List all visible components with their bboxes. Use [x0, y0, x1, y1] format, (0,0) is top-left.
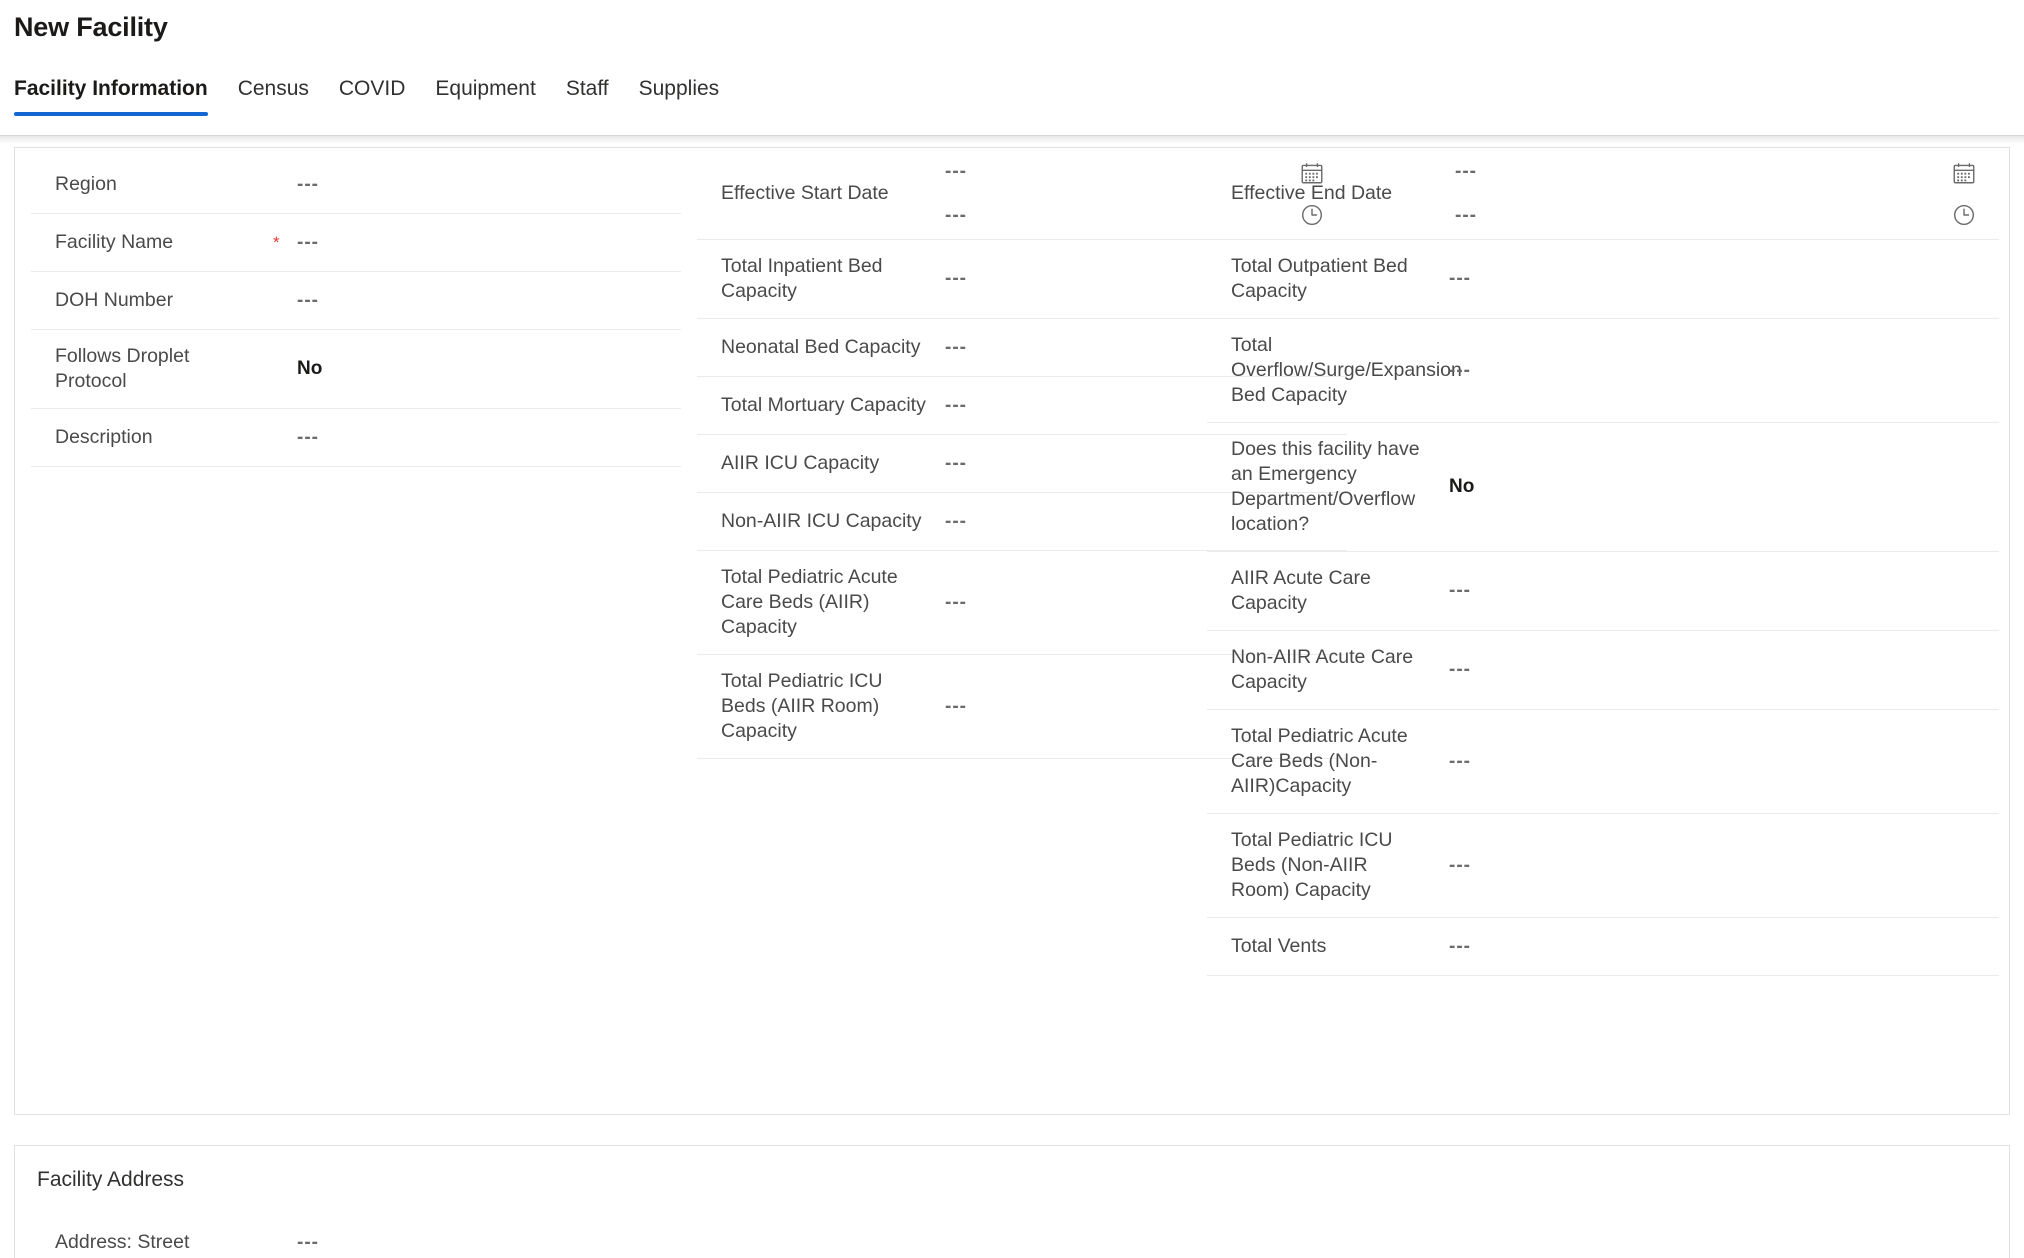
tab-census[interactable]: Census [238, 76, 331, 116]
field-value: --- [1449, 659, 1471, 680]
field-value: --- [945, 510, 967, 532]
tab-facility-information[interactable]: Facility Information [14, 76, 230, 116]
column-address: Address: Street --- [31, 1214, 681, 1258]
field-label: Description [55, 426, 153, 448]
field-label: Does this facility have an Emergency Dep… [1231, 438, 1420, 535]
field-non-aiir-acute-care-capacity[interactable]: Non-AIIR Acute Care Capacity --- [1207, 631, 1999, 710]
tab-label: Facility Information [14, 77, 208, 100]
time-value: --- [1455, 204, 1477, 226]
field-label: AIIR Acute Care Capacity [1231, 567, 1371, 614]
page-title: New Facility [14, 12, 168, 42]
facility-address-card: Facility Address Address: Street --- [14, 1145, 2010, 1258]
field-total-vents[interactable]: Total Vents --- [1207, 918, 1999, 976]
tab-label: Census [237, 77, 309, 100]
field-label: Facility Name [55, 231, 174, 253]
field-label: Effective End Date [1231, 182, 1393, 204]
facility-address-heading: Facility Address [37, 1168, 185, 1191]
tab-covid[interactable]: COVID [339, 76, 428, 116]
field-value: --- [297, 173, 319, 195]
clock-icon[interactable] [1951, 202, 1977, 228]
tab-supplies[interactable]: Supplies [639, 76, 742, 116]
field-value: --- [297, 231, 319, 253]
field-label: AIIR ICU Capacity [721, 452, 880, 474]
field-aiir-acute-care-capacity[interactable]: AIIR Acute Care Capacity --- [1207, 552, 1999, 631]
field-label: Total Overflow/Surge/Expansion Bed Capac… [1231, 334, 1462, 406]
tab-label: COVID [338, 77, 406, 100]
tab-strip: Facility Information Census COVID Equipm… [14, 76, 749, 116]
field-label: Total Outpatient Bed Capacity [1231, 255, 1408, 302]
field-value: --- [297, 289, 319, 311]
field-label: Non-AIIR ICU Capacity [721, 510, 922, 532]
field-has-emergency-department-overflow-location[interactable]: Does this facility have an Emergency Dep… [1207, 423, 1999, 552]
field-effective-end-date[interactable]: Effective End Date --- --- [1207, 148, 1999, 240]
field-value: --- [945, 394, 967, 416]
required-asterisk-icon: * [273, 233, 280, 252]
header-shadow [0, 136, 2024, 144]
field-region[interactable]: Region --- [31, 156, 681, 214]
field-label: Total Vents [1231, 935, 1327, 957]
field-value: No [1449, 476, 1475, 497]
field-label: Region [55, 173, 117, 195]
field-label: Effective Start Date [721, 182, 889, 204]
field-label: Total Pediatric Acute Care Beds (AIIR) C… [721, 566, 898, 638]
field-label: Total Mortuary Capacity [721, 394, 926, 416]
field-value: No [297, 358, 323, 379]
field-value: --- [297, 1231, 319, 1253]
field-value: --- [1449, 580, 1471, 601]
field-label: Address: Street [55, 1231, 190, 1253]
field-value: --- [1449, 750, 1471, 772]
tab-label: Equipment [435, 77, 536, 100]
field-facility-name[interactable]: Facility Name * --- [31, 214, 681, 272]
field-value: --- [945, 452, 967, 474]
date-time-values: --- --- [1449, 161, 1951, 227]
tab-equipment[interactable]: Equipment [435, 76, 557, 116]
date-value: --- [1455, 160, 1477, 182]
field-value: --- [1449, 854, 1471, 876]
field-value: --- [297, 426, 319, 448]
field-label: Non-AIIR Acute Care Capacity [1231, 646, 1414, 693]
field-description[interactable]: Description --- [31, 409, 681, 467]
field-label: DOH Number [55, 289, 174, 311]
field-value: --- [945, 591, 967, 613]
field-value: --- [945, 695, 967, 717]
field-label: Total Pediatric Acute Care Beds (Non-AII… [1231, 725, 1408, 797]
field-total-pediatric-acute-care-beds-non-aiir-capacity[interactable]: Total Pediatric Acute Care Beds (Non-AII… [1207, 710, 1999, 814]
field-total-outpatient-bed-capacity[interactable]: Total Outpatient Bed Capacity --- [1207, 240, 1999, 319]
field-address-street[interactable]: Address: Street --- [31, 1214, 681, 1258]
facility-information-card: Region --- Facility Name * --- DOH Numbe… [14, 147, 2010, 1115]
date-time-icons [1951, 160, 1999, 228]
field-label: Total Pediatric ICU Beds (AIIR Room) Cap… [721, 670, 883, 742]
field-value: --- [1449, 268, 1471, 289]
field-total-pediatric-icu-beds-non-aiir-room-capacity[interactable]: Total Pediatric ICU Beds (Non-AIIR Room)… [1207, 814, 1999, 918]
calendar-icon[interactable] [1951, 160, 1977, 186]
tab-label: Supplies [638, 77, 720, 100]
field-value: --- [1449, 359, 1471, 381]
field-value: --- [945, 268, 967, 289]
field-total-overflow-surge-expansion-bed-capacity[interactable]: Total Overflow/Surge/Expansion Bed Capac… [1207, 319, 1999, 423]
field-label: Neonatal Bed Capacity [721, 336, 921, 358]
column-capacity-secondary: Effective End Date --- --- Total Outpati… [1207, 148, 1999, 976]
new-facility-page: New Facility Facility Information Census… [0, 0, 2024, 1258]
field-value: --- [945, 336, 967, 358]
field-value: --- [1449, 935, 1471, 957]
field-label: Total Inpatient Bed Capacity [721, 255, 883, 302]
field-doh-number[interactable]: DOH Number --- [31, 272, 681, 330]
field-label: Follows Droplet Protocol [55, 345, 190, 392]
tab-label: Staff [565, 77, 609, 100]
field-label: Total Pediatric ICU Beds (Non-AIIR Room)… [1231, 829, 1393, 901]
tab-staff[interactable]: Staff [566, 76, 631, 116]
column-facility-details: Region --- Facility Name * --- DOH Numbe… [31, 148, 681, 467]
field-follows-droplet-protocol[interactable]: Follows Droplet Protocol No [31, 330, 681, 409]
